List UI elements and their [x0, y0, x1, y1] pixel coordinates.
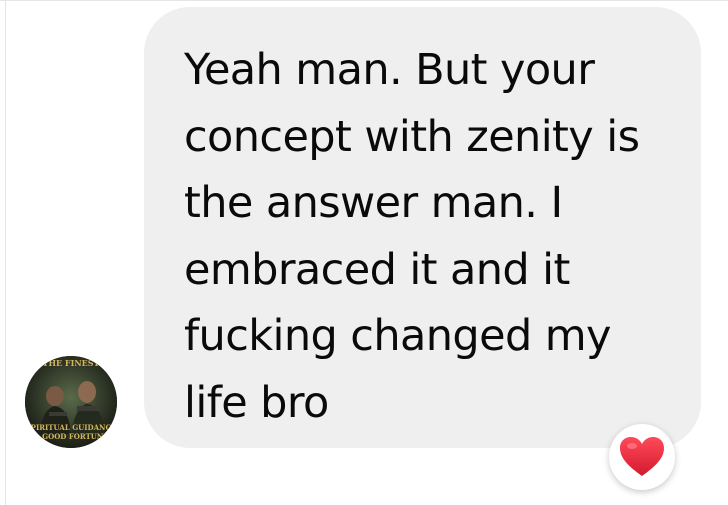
heart-icon	[620, 437, 664, 476]
left-divider	[5, 0, 6, 505]
sender-avatar[interactable]: THE FINEST SPIRITUAL GUIDANCE & GOOD FOR…	[25, 356, 117, 448]
top-divider	[0, 0, 728, 1]
chat-view: THE FINEST SPIRITUAL GUIDANCE & GOOD FOR…	[0, 0, 728, 505]
reaction-badge[interactable]	[609, 424, 675, 490]
avatar-image: THE FINEST SPIRITUAL GUIDANCE & GOOD FOR…	[25, 356, 117, 448]
avatar-caption-top: THE FINEST	[43, 358, 100, 368]
message-bubble[interactable]: Yeah man. But your concept with zenity i…	[144, 7, 701, 448]
message-text: Yeah man. But your concept with zenity i…	[184, 45, 640, 428]
avatar-caption-bottom-1: SPIRITUAL GUIDANCE	[26, 423, 117, 432]
avatar-caption-bottom-2: & GOOD FORTUNE	[33, 432, 108, 441]
